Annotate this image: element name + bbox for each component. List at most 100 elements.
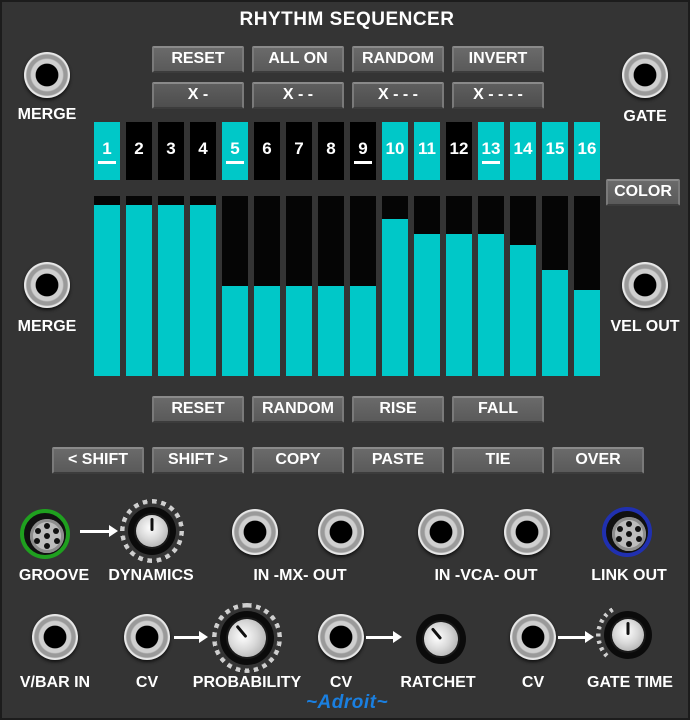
tie-button[interactable]: TIE bbox=[452, 447, 544, 474]
vca-out-jack[interactable] bbox=[504, 509, 550, 555]
dynamics-knob[interactable] bbox=[136, 515, 168, 547]
velocity-fill bbox=[478, 234, 504, 376]
fall-button[interactable]: FALL bbox=[452, 396, 544, 423]
velocity-bar-4[interactable] bbox=[190, 196, 216, 376]
step-11-button[interactable]: 11 bbox=[414, 122, 440, 180]
step-16-button[interactable]: 16 bbox=[574, 122, 600, 180]
velocity-bar-9[interactable] bbox=[350, 196, 376, 376]
velocity-bar-16[interactable] bbox=[574, 196, 600, 376]
brand-logo: ~Adroit~ bbox=[305, 692, 389, 713]
groove-label: GROOVE bbox=[18, 567, 90, 584]
velocity-fill bbox=[286, 286, 312, 376]
gate-time-cv-label: CV bbox=[521, 674, 545, 691]
pattern-x4-button[interactable]: X - - - - bbox=[452, 82, 544, 109]
mx-in-jack[interactable] bbox=[232, 509, 278, 555]
velocity-bar-10[interactable] bbox=[382, 196, 408, 376]
velocity-bar-14[interactable] bbox=[510, 196, 536, 376]
ratchet-cv-jack[interactable] bbox=[318, 614, 364, 660]
gate-time-knob[interactable] bbox=[612, 619, 644, 651]
step-6-button[interactable]: 6 bbox=[254, 122, 280, 180]
copy-button[interactable]: COPY bbox=[252, 447, 344, 474]
arrow-right-icon bbox=[558, 631, 594, 643]
knob-indicator bbox=[626, 622, 630, 635]
step-9-button[interactable]: 9 bbox=[350, 122, 376, 180]
arrow-right-icon bbox=[366, 631, 402, 643]
gate-jack[interactable] bbox=[622, 52, 668, 98]
reset-steps-button[interactable]: RESET bbox=[152, 46, 244, 73]
vbar-in-jack[interactable] bbox=[32, 614, 78, 660]
paste-button[interactable]: PASTE bbox=[352, 447, 444, 474]
merge-top-jack[interactable] bbox=[24, 52, 70, 98]
step-number: 6 bbox=[262, 139, 272, 158]
ratchet-label: RATCHET bbox=[400, 674, 476, 691]
module-title: RHYTHM SEQUENCER bbox=[239, 9, 455, 30]
rise-button[interactable]: RISE bbox=[352, 396, 444, 423]
step-4-button[interactable]: 4 bbox=[190, 122, 216, 180]
velocity-fill bbox=[446, 234, 472, 376]
velocity-bar-1[interactable] bbox=[94, 196, 120, 376]
step-3-button[interactable]: 3 bbox=[158, 122, 184, 180]
probability-cv-jack[interactable] bbox=[124, 614, 170, 660]
merge-top-label: MERGE bbox=[17, 106, 77, 123]
mx-out-jack[interactable] bbox=[318, 509, 364, 555]
step-number: 3 bbox=[166, 139, 176, 158]
velocity-bar-5[interactable] bbox=[222, 196, 248, 376]
velocity-bar-2[interactable] bbox=[126, 196, 152, 376]
velocity-fill bbox=[414, 234, 440, 376]
velocity-bar-15[interactable] bbox=[542, 196, 568, 376]
knob-indicator bbox=[150, 518, 154, 531]
link-out-label: LINK OUT bbox=[591, 567, 667, 584]
step-7-button[interactable]: 7 bbox=[286, 122, 312, 180]
step-8-button[interactable]: 8 bbox=[318, 122, 344, 180]
velocity-reset-button[interactable]: RESET bbox=[152, 396, 244, 423]
vbar-in-label: V/BAR IN bbox=[19, 674, 91, 691]
knob-indicator bbox=[235, 624, 248, 639]
step-5-button[interactable]: 5 bbox=[222, 122, 248, 180]
all-on-button[interactable]: ALL ON bbox=[252, 46, 344, 73]
link-out-din-port[interactable] bbox=[602, 507, 652, 557]
shift-right-button[interactable]: SHIFT > bbox=[152, 447, 244, 474]
step-12-button[interactable]: 12 bbox=[446, 122, 472, 180]
step-15-button[interactable]: 15 bbox=[542, 122, 568, 180]
velocity-bar-7[interactable] bbox=[286, 196, 312, 376]
step-marker bbox=[98, 161, 116, 164]
vca-in-jack[interactable] bbox=[418, 509, 464, 555]
sequencer-panel: RHYTHM SEQUENCER MERGE MERGE GATE VEL OU… bbox=[0, 0, 690, 720]
over-button[interactable]: OVER bbox=[552, 447, 644, 474]
shift-left-button[interactable]: < SHIFT bbox=[52, 447, 144, 474]
step-number: 10 bbox=[385, 139, 405, 158]
vca-label: IN -VCA- OUT bbox=[434, 567, 538, 584]
gate-time-cv-jack[interactable] bbox=[510, 614, 556, 660]
velocity-bar-13[interactable] bbox=[478, 196, 504, 376]
pattern-x1-button[interactable]: X - bbox=[152, 82, 244, 109]
vel-out-jack[interactable] bbox=[622, 262, 668, 308]
velocity-bar-6[interactable] bbox=[254, 196, 280, 376]
velocity-fill bbox=[94, 205, 120, 376]
velocity-bar-11[interactable] bbox=[414, 196, 440, 376]
step-marker bbox=[354, 161, 372, 164]
step-number: 11 bbox=[418, 139, 436, 158]
pattern-x2-button[interactable]: X - - bbox=[252, 82, 344, 109]
step-number: 7 bbox=[294, 139, 304, 158]
arrow-right-icon bbox=[174, 631, 208, 643]
velocity-random-button[interactable]: RANDOM bbox=[252, 396, 344, 423]
step-number: 12 bbox=[449, 139, 469, 158]
step-13-button[interactable]: 13 bbox=[478, 122, 504, 180]
velocity-bar-8[interactable] bbox=[318, 196, 344, 376]
merge-mid-jack[interactable] bbox=[24, 262, 70, 308]
velocity-bar-3[interactable] bbox=[158, 196, 184, 376]
step-2-button[interactable]: 2 bbox=[126, 122, 152, 180]
step-14-button[interactable]: 14 bbox=[510, 122, 536, 180]
invert-button[interactable]: INVERT bbox=[452, 46, 544, 73]
groove-din-port[interactable] bbox=[20, 509, 70, 559]
step-1-button[interactable]: 1 bbox=[94, 122, 120, 180]
random-steps-button[interactable]: RANDOM bbox=[352, 46, 444, 73]
step-number: 9 bbox=[358, 139, 368, 158]
color-button[interactable]: COLOR bbox=[606, 179, 680, 206]
step-number: 2 bbox=[134, 139, 144, 158]
step-number: 14 bbox=[513, 139, 533, 158]
probability-label: PROBABILITY bbox=[192, 674, 302, 691]
step-10-button[interactable]: 10 bbox=[382, 122, 408, 180]
pattern-x3-button[interactable]: X - - - bbox=[352, 82, 444, 109]
velocity-bar-12[interactable] bbox=[446, 196, 472, 376]
